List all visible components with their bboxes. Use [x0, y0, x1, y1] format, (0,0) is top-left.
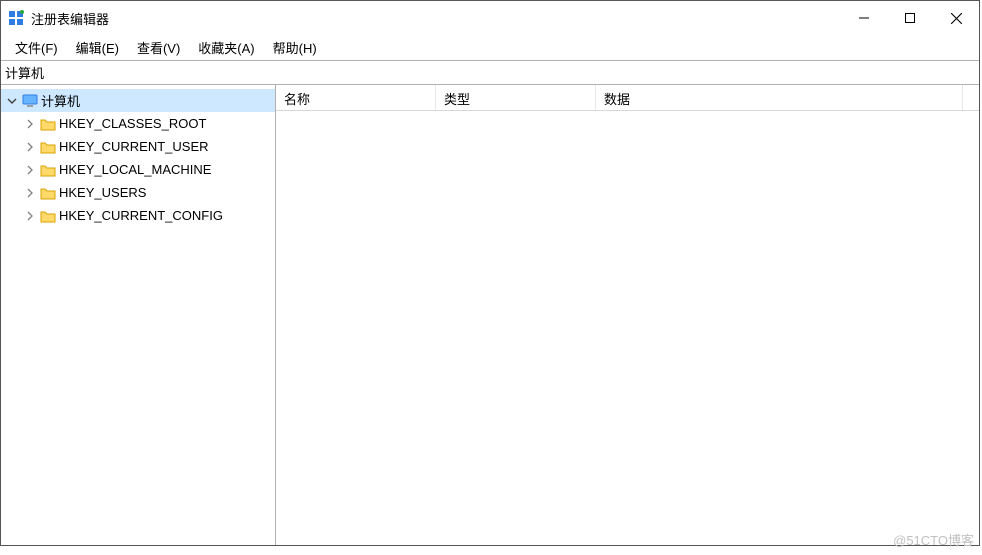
folder-icon — [39, 138, 57, 156]
column-header-data[interactable]: 数据 — [596, 85, 962, 110]
folder-icon — [39, 161, 57, 179]
tree-hive-hkcr[interactable]: HKEY_CLASSES_ROOT — [1, 112, 275, 135]
menubar: 文件(F) 编辑(E) 查看(V) 收藏夹(A) 帮助(H) — [1, 35, 979, 61]
address-bar[interactable]: 计算机 — [1, 61, 979, 85]
tree-hive-hkcu[interactable]: HKEY_CURRENT_USER — [1, 135, 275, 158]
column-header-name[interactable]: 名称 — [276, 85, 436, 110]
chevron-right-icon[interactable] — [23, 163, 37, 177]
maximize-button[interactable] — [887, 1, 933, 35]
tree-root-computer[interactable]: 计算机 — [1, 89, 275, 112]
chevron-right-icon[interactable] — [23, 140, 37, 154]
window-title: 注册表编辑器 — [31, 9, 109, 28]
main-area: 计算机 HKEY_CLASSES_ROOT HKEY_CURRENT_USE — [1, 85, 979, 545]
tree-hive-label: HKEY_CURRENT_CONFIG — [59, 208, 223, 223]
folder-icon — [39, 207, 57, 225]
column-header-type[interactable]: 类型 — [436, 85, 596, 110]
chevron-right-icon[interactable] — [23, 186, 37, 200]
close-button[interactable] — [933, 1, 979, 35]
window-controls — [841, 1, 979, 35]
tree-hive-label: HKEY_LOCAL_MACHINE — [59, 162, 211, 177]
chevron-right-icon[interactable] — [23, 209, 37, 223]
tree-hive-hku[interactable]: HKEY_USERS — [1, 181, 275, 204]
menu-favorites[interactable]: 收藏夹(A) — [190, 36, 262, 59]
app-icon — [7, 9, 25, 27]
menu-view[interactable]: 查看(V) — [129, 36, 188, 59]
titlebar: 注册表编辑器 — [1, 1, 979, 35]
value-list-pane[interactable]: 名称 类型 数据 — [276, 85, 979, 545]
column-header-tail[interactable] — [962, 85, 979, 110]
address-path: 计算机 — [5, 63, 44, 82]
tree-hive-hkcc[interactable]: HKEY_CURRENT_CONFIG — [1, 204, 275, 227]
column-headers: 名称 类型 数据 — [276, 85, 979, 111]
folder-icon — [39, 115, 57, 133]
tree-hive-label: HKEY_USERS — [59, 185, 146, 200]
tree-hive-hklm[interactable]: HKEY_LOCAL_MACHINE — [1, 158, 275, 181]
tree-hive-label: HKEY_CURRENT_USER — [59, 139, 209, 154]
tree-pane[interactable]: 计算机 HKEY_CLASSES_ROOT HKEY_CURRENT_USE — [1, 85, 276, 545]
tree-hive-label: HKEY_CLASSES_ROOT — [59, 116, 206, 131]
folder-icon — [39, 184, 57, 202]
minimize-button[interactable] — [841, 1, 887, 35]
menu-edit[interactable]: 编辑(E) — [68, 36, 127, 59]
menu-help[interactable]: 帮助(H) — [265, 36, 325, 59]
chevron-right-icon[interactable] — [23, 117, 37, 131]
menu-file[interactable]: 文件(F) — [7, 36, 66, 59]
computer-icon — [21, 92, 39, 110]
registry-editor-window: 注册表编辑器 文件(F) 编辑(E) 查看(V) 收藏夹(A) 帮助(H) 计算… — [0, 0, 980, 546]
chevron-down-icon[interactable] — [5, 94, 19, 108]
tree-root-label: 计算机 — [41, 91, 80, 110]
